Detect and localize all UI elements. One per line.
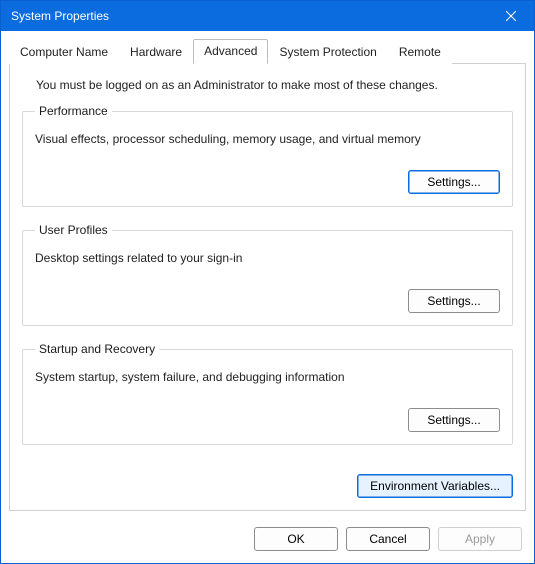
- close-icon: [506, 11, 516, 21]
- user-profiles-group: User Profiles Desktop settings related t…: [22, 223, 513, 326]
- startup-recovery-settings-button[interactable]: Settings...: [408, 408, 500, 432]
- user-profiles-settings-button[interactable]: Settings...: [408, 289, 500, 313]
- titlebar: System Properties: [1, 1, 534, 31]
- environment-variables-button[interactable]: Environment Variables...: [357, 474, 513, 498]
- tab-computer-name[interactable]: Computer Name: [9, 40, 119, 64]
- performance-group: Performance Visual effects, processor sc…: [22, 104, 513, 207]
- tab-hardware[interactable]: Hardware: [119, 40, 193, 64]
- startup-recovery-group: Startup and Recovery System startup, sys…: [22, 342, 513, 445]
- performance-desc: Visual effects, processor scheduling, me…: [35, 132, 500, 146]
- system-properties-window: System Properties Computer Name Hardware…: [0, 0, 535, 564]
- dialog-button-row: OK Cancel Apply: [1, 519, 534, 563]
- startup-recovery-legend: Startup and Recovery: [35, 342, 159, 356]
- startup-recovery-desc: System startup, system failure, and debu…: [35, 370, 500, 384]
- tab-advanced[interactable]: Advanced: [193, 39, 268, 64]
- apply-button[interactable]: Apply: [438, 527, 522, 551]
- user-profiles-legend: User Profiles: [35, 223, 112, 237]
- ok-button[interactable]: OK: [254, 527, 338, 551]
- performance-settings-button[interactable]: Settings...: [408, 170, 500, 194]
- close-button[interactable]: [488, 1, 534, 31]
- user-profiles-desc: Desktop settings related to your sign-in: [35, 251, 500, 265]
- performance-legend: Performance: [35, 104, 112, 118]
- cancel-button[interactable]: Cancel: [346, 527, 430, 551]
- tab-remote[interactable]: Remote: [388, 40, 452, 64]
- admin-note: You must be logged on as an Administrato…: [36, 78, 509, 92]
- tab-strip: Computer Name Hardware Advanced System P…: [1, 31, 534, 63]
- window-title: System Properties: [11, 9, 109, 23]
- advanced-tab-panel: You must be logged on as an Administrato…: [9, 63, 526, 511]
- tab-system-protection[interactable]: System Protection: [268, 40, 387, 64]
